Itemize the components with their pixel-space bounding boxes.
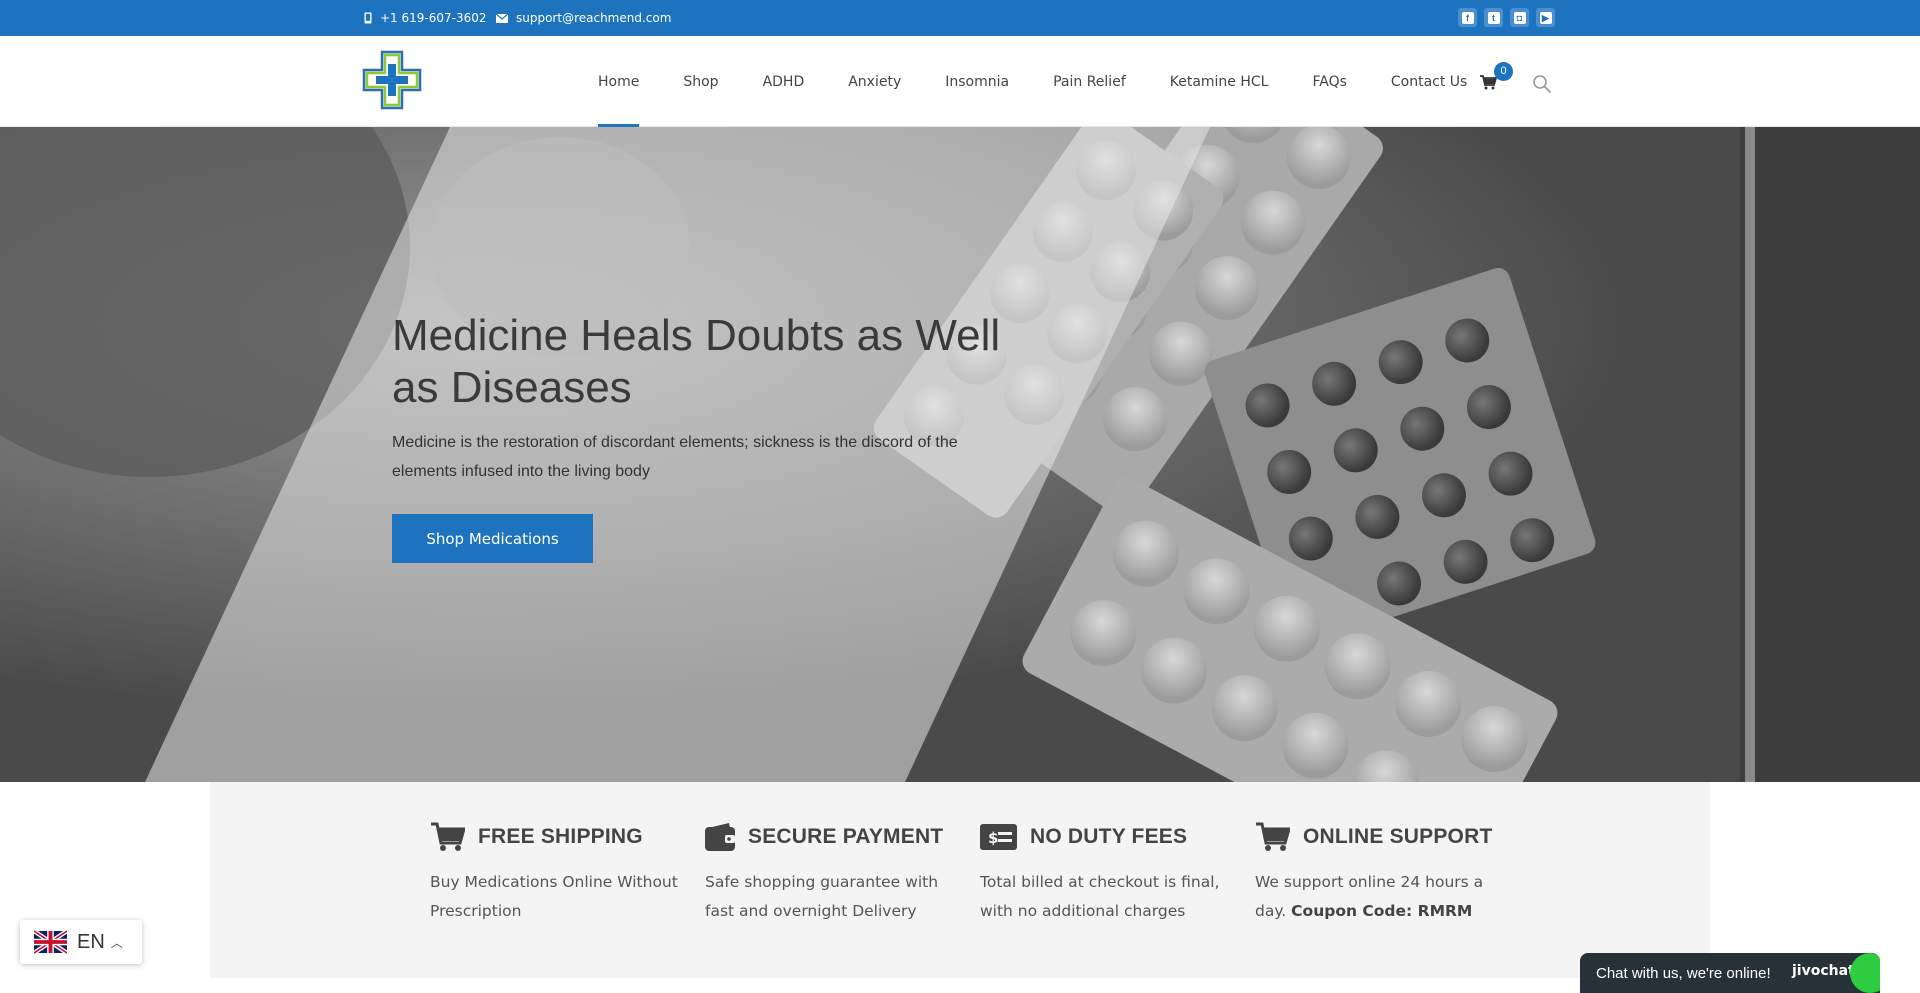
features-strip: FREE SHIPPING Buy Medications Online Wit… <box>210 782 1710 978</box>
email-contact[interactable]: support@reachmend.com <box>496 0 671 36</box>
feature-no-duty-fees: $ NO DUTY FEES Total billed at checkout … <box>980 820 1240 926</box>
nav-ketamine-hcl[interactable]: Ketamine HCL <box>1170 36 1269 127</box>
uk-flag-icon <box>34 930 67 954</box>
phone-contact[interactable]: +1 619-607-3602 <box>364 0 487 36</box>
feature-title: SECURE PAYMENT <box>748 825 944 848</box>
nav-shop[interactable]: Shop <box>683 36 718 127</box>
feature-free-shipping: FREE SHIPPING Buy Medications Online Wit… <box>430 820 690 926</box>
hero-text: Medicine Heals Doubts as Well as Disease… <box>392 310 1032 486</box>
language-code: EN <box>77 930 105 953</box>
chat-widget[interactable]: Chat with us, we're online! jivochat <box>1580 953 1880 993</box>
language-selector[interactable]: EN ︿ <box>20 920 142 964</box>
hero-banner: Medicine Heals Doubts as Well as Disease… <box>0 127 1920 782</box>
feature-title: NO DUTY FEES <box>1030 825 1188 848</box>
money-icon: $ <box>980 824 1017 850</box>
cart-icon <box>1256 822 1290 851</box>
site-header: Home Shop ADHD Anxiety Insomnia Pain Rel… <box>0 36 1920 127</box>
main-nav: Home Shop ADHD Anxiety Insomnia Pain Rel… <box>598 36 1511 127</box>
facebook-icon[interactable]: f <box>1458 8 1477 27</box>
chevron-up-icon: ︿ <box>110 935 123 950</box>
site-logo[interactable] <box>362 50 422 110</box>
feature-description: Safe shopping guarantee with fast and ov… <box>705 873 939 920</box>
twitter-icon[interactable]: t <box>1484 8 1503 27</box>
feature-title: ONLINE SUPPORT <box>1303 825 1493 848</box>
wallet-icon <box>705 823 735 851</box>
feature-online-support: ONLINE SUPPORT We support online 24 hour… <box>1255 820 1515 926</box>
instagram-icon[interactable]: ◘ <box>1510 8 1529 27</box>
feature-description: We support online 24 hours a day. Coupon… <box>1255 873 1484 920</box>
feature-secure-payment: SECURE PAYMENT Safe shopping guarantee w… <box>705 820 965 926</box>
nav-adhd[interactable]: ADHD <box>763 36 805 127</box>
feature-description: Total billed at checkout is final, with … <box>980 873 1220 920</box>
chat-label: Chat with us, we're online! <box>1596 964 1771 982</box>
nav-anxiety[interactable]: Anxiety <box>848 36 901 127</box>
nav-pain-relief[interactable]: Pain Relief <box>1053 36 1126 127</box>
feature-title: FREE SHIPPING <box>478 825 643 848</box>
phone-number: +1 619-607-3602 <box>380 11 487 25</box>
search-icon[interactable] <box>1532 74 1552 94</box>
hero-title: Medicine Heals Doubts as Well as Disease… <box>392 311 1001 412</box>
email-address: support@reachmend.com <box>516 11 672 25</box>
cart-icon <box>431 822 465 851</box>
social-links: f t ◘ ▶ <box>1458 8 1555 27</box>
nav-home[interactable]: Home <box>598 36 640 127</box>
chat-brand-logo: jivochat <box>1792 963 1855 979</box>
nav-insomnia[interactable]: Insomnia <box>945 36 1009 127</box>
envelope-icon <box>496 13 508 23</box>
chat-online-indicator <box>1850 953 1880 993</box>
top-bar: +1 619-607-3602 support@reachmend.com f … <box>0 0 1920 36</box>
youtube-icon[interactable]: ▶ <box>1536 8 1555 27</box>
shop-medications-button[interactable]: Shop Medications <box>392 514 593 563</box>
cart-count-badge: 0 <box>1494 62 1513 81</box>
nav-faqs[interactable]: FAQs <box>1312 36 1346 127</box>
nav-contact-us[interactable]: Contact Us <box>1391 36 1467 127</box>
feature-description: Buy Medications Online Without Prescript… <box>430 873 678 920</box>
svg-text:$: $ <box>988 829 998 847</box>
coupon-code: Coupon Code: RMRM <box>1291 902 1473 920</box>
phone-icon <box>364 12 372 24</box>
hero-subtitle: Medicine is the restoration of discordan… <box>392 434 958 480</box>
